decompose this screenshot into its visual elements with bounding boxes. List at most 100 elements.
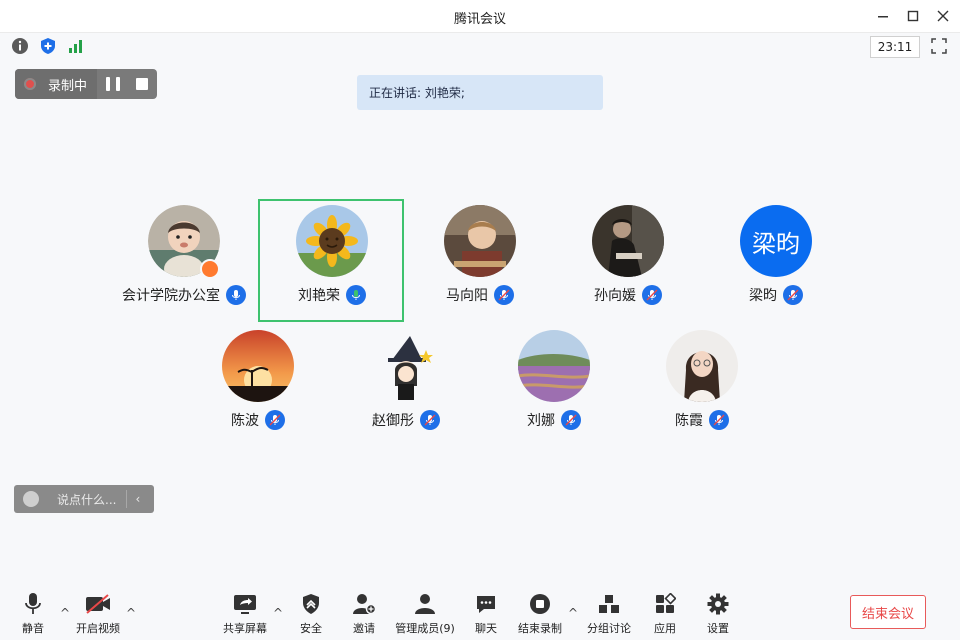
participant-name: 刘娜 bbox=[527, 413, 555, 429]
recording-label: 录制中 bbox=[48, 78, 88, 94]
members-label: 管理成员(9) bbox=[395, 622, 455, 635]
participant-tile[interactable]: 会计学院办公室 bbox=[109, 205, 259, 305]
stop-recording-button[interactable] bbox=[136, 78, 148, 90]
recording-status: 录制中 bbox=[15, 69, 97, 99]
participant-name: 刘艳荣 bbox=[298, 288, 340, 304]
meeting-clock: 23:11 bbox=[870, 36, 920, 58]
mic-on-icon bbox=[226, 285, 246, 305]
participant-tile[interactable]: 刘娜 bbox=[479, 330, 629, 430]
invite-button[interactable]: 邀请 bbox=[333, 592, 395, 636]
chat-label: 聊天 bbox=[475, 622, 497, 635]
host-badge-icon bbox=[200, 259, 220, 279]
chat-divider bbox=[126, 490, 128, 508]
end-recording-button[interactable]: 结束录制 bbox=[509, 592, 571, 636]
mute-button[interactable]: 静音 bbox=[2, 592, 64, 636]
chat-button[interactable]: 聊天 bbox=[455, 592, 517, 636]
invite-label: 邀请 bbox=[353, 622, 375, 635]
mic-muted-icon bbox=[420, 410, 440, 430]
avatar bbox=[148, 205, 220, 279]
start-video-button[interactable]: 开启视频 bbox=[67, 592, 129, 636]
mic-muted-icon bbox=[561, 410, 581, 430]
chevron-left-icon[interactable]: ‹ bbox=[135, 492, 140, 506]
security-shield-button[interactable] bbox=[39, 37, 57, 55]
participant-tile[interactable]: 梁昀 梁昀 bbox=[701, 205, 851, 305]
settings-button[interactable]: 设置 bbox=[687, 592, 749, 636]
participant-tile[interactable]: 马向阳 bbox=[405, 205, 555, 305]
participant-name: 孙向媛 bbox=[594, 288, 636, 304]
stop-record-icon bbox=[530, 594, 550, 614]
avatar bbox=[592, 205, 664, 277]
info-icon bbox=[12, 38, 28, 54]
speaking-indicator: 正在讲话: 刘艳荣; bbox=[357, 75, 603, 110]
window-title: 腾讯会议 bbox=[453, 12, 506, 27]
add-user-icon bbox=[353, 594, 376, 615]
meeting-info-button[interactable] bbox=[11, 37, 29, 55]
avatar-initials: 梁昀 bbox=[740, 205, 812, 277]
members-icon bbox=[415, 594, 435, 614]
participant-name: 马向阳 bbox=[446, 288, 488, 304]
microphone-icon bbox=[25, 593, 41, 614]
fullscreen-icon bbox=[931, 38, 947, 54]
end-meeting-button[interactable]: 结束会议 bbox=[850, 595, 926, 629]
maximize-icon bbox=[907, 10, 919, 22]
minimize-button[interactable] bbox=[873, 6, 893, 26]
breakout-button[interactable]: 分组讨论 bbox=[578, 592, 640, 636]
gear-icon bbox=[707, 593, 729, 615]
manage-members-button[interactable]: 管理成员(9) bbox=[388, 592, 462, 636]
breakout-label: 分组讨论 bbox=[587, 622, 631, 635]
avatar bbox=[296, 205, 368, 277]
recording-options-caret[interactable]: ^ bbox=[568, 606, 578, 620]
network-signal-button[interactable] bbox=[67, 37, 85, 55]
minimize-icon bbox=[878, 16, 888, 18]
settings-label: 设置 bbox=[707, 622, 729, 635]
close-icon bbox=[937, 10, 949, 22]
participant-name: 赵御彤 bbox=[372, 413, 414, 429]
shield-icon bbox=[41, 38, 55, 54]
avatar-initials-text: 梁昀 bbox=[752, 229, 800, 258]
security-shield-icon bbox=[303, 594, 319, 614]
participant-name: 会计学院办公室 bbox=[122, 288, 220, 304]
record-dot-icon bbox=[24, 78, 36, 90]
participant-tile[interactable]: 陈霞 bbox=[627, 330, 777, 430]
chat-input[interactable]: 说点什么... ‹ bbox=[14, 485, 154, 513]
avatar bbox=[666, 330, 738, 402]
participant-name: 陈波 bbox=[231, 413, 259, 429]
participant-tile[interactable]: 陈波 bbox=[183, 330, 333, 430]
avatar bbox=[518, 330, 590, 402]
chat-bubble-icon bbox=[477, 596, 495, 613]
breakout-rooms-icon bbox=[599, 595, 619, 613]
avatar bbox=[222, 330, 294, 402]
apps-label: 应用 bbox=[654, 622, 676, 635]
fullscreen-button[interactable] bbox=[930, 37, 948, 55]
mic-muted-icon bbox=[783, 285, 803, 305]
share-screen-icon bbox=[234, 595, 256, 614]
participant-tile[interactable]: 赵御彤 bbox=[331, 330, 481, 430]
mic-speaking-icon bbox=[346, 285, 366, 305]
emoji-icon[interactable] bbox=[23, 491, 39, 507]
participant-tile[interactable]: 孙向媛 bbox=[553, 205, 703, 305]
video-label: 开启视频 bbox=[76, 622, 120, 635]
maximize-button[interactable] bbox=[903, 6, 923, 26]
signal-bars-icon bbox=[69, 40, 82, 53]
camera-off-icon bbox=[86, 594, 110, 614]
avatar bbox=[444, 205, 516, 277]
video-options-caret[interactable]: ^ bbox=[126, 606, 136, 620]
info-bar bbox=[0, 33, 960, 60]
mic-muted-icon bbox=[494, 285, 514, 305]
title-bar: 腾讯会议 bbox=[0, 0, 960, 33]
participant-tile[interactable]: 刘艳荣 bbox=[257, 205, 407, 305]
chat-placeholder: 说点什么... bbox=[57, 492, 117, 507]
security-label: 安全 bbox=[300, 622, 322, 635]
avatar bbox=[370, 330, 442, 402]
mic-muted-icon bbox=[265, 410, 285, 430]
pause-recording-button[interactable] bbox=[106, 77, 120, 91]
participant-name: 陈霞 bbox=[675, 413, 703, 429]
close-button[interactable] bbox=[933, 6, 953, 26]
mute-label: 静音 bbox=[22, 622, 44, 635]
share-screen-button[interactable]: 共享屏幕 bbox=[214, 592, 276, 636]
mic-muted-icon bbox=[642, 285, 662, 305]
apps-grid-icon bbox=[656, 593, 676, 613]
share-label: 共享屏幕 bbox=[223, 622, 267, 635]
recording-bar: 录制中 bbox=[15, 69, 157, 99]
participant-name: 梁昀 bbox=[749, 288, 777, 304]
